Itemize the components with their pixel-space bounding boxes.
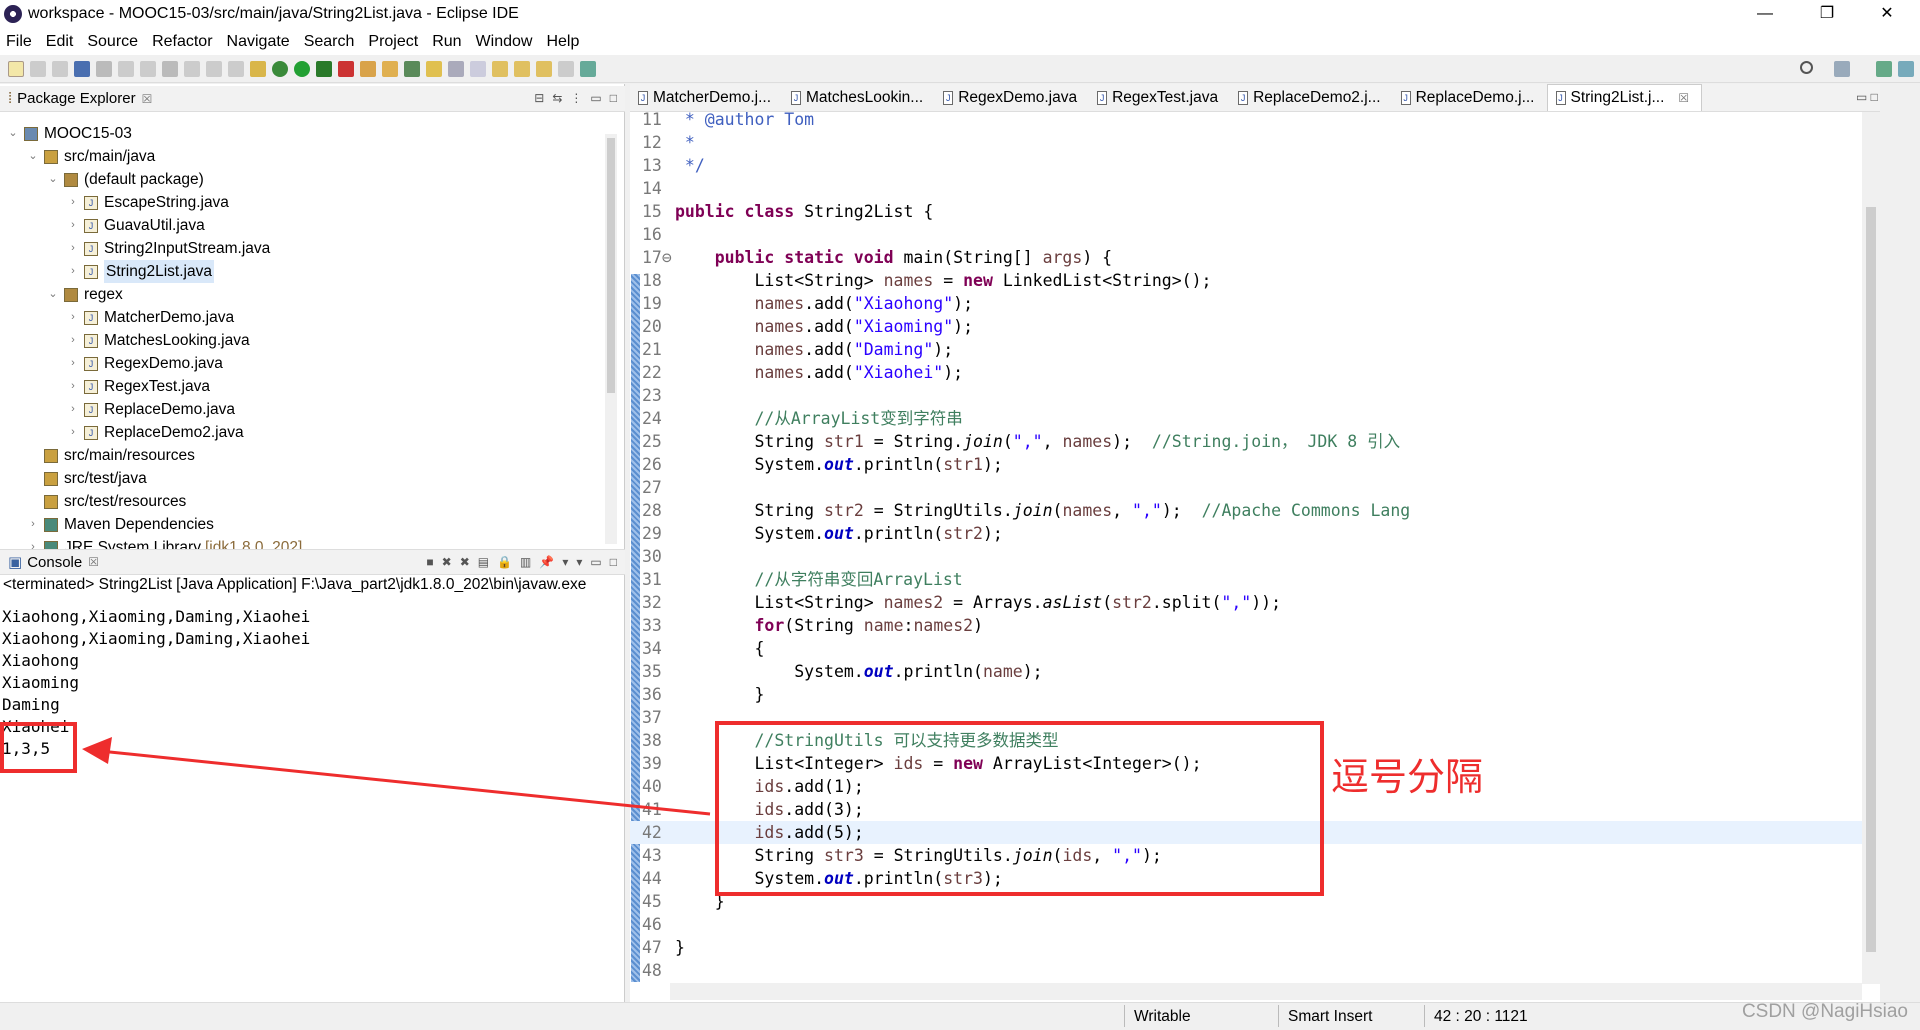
status-bar: Writable Smart Insert 42 : 20 : 1121 [0, 1002, 1920, 1030]
watermark: CSDN @NagiHsiao [1741, 1001, 1908, 1022]
cursor-position: 42 : 20 : 1121 [1434, 1008, 1528, 1025]
annotation-label: 逗号分隔 [1331, 755, 1484, 799]
insert-mode-status: Smart Insert [1288, 1008, 1373, 1025]
annotation-arrow [82, 737, 711, 816]
writable-status: Writable [1134, 1008, 1191, 1025]
